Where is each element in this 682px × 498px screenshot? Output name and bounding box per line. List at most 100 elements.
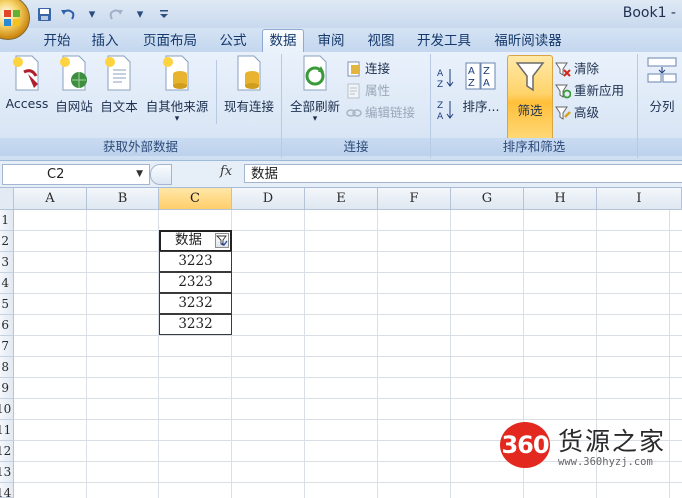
column-header-h[interactable]: H: [524, 188, 597, 210]
reapply-icon: [555, 84, 571, 99]
row-header-5[interactable]: 5: [0, 294, 14, 315]
chain-link-icon: [346, 109, 362, 117]
column-header-b[interactable]: B: [87, 188, 159, 210]
from-other-sources-button[interactable]: 自其他来源 ▾: [142, 54, 212, 124]
access-icon: [13, 55, 39, 91]
row-header-9[interactable]: 9: [0, 378, 14, 399]
grid-line: [14, 398, 682, 399]
sort-descending-button[interactable]: ZA: [437, 100, 455, 121]
existing-connections-icon: [237, 55, 261, 91]
row-header-4[interactable]: 4: [0, 273, 14, 294]
name-box-dropdown-icon[interactable]: ▼: [136, 165, 143, 184]
column-header-i[interactable]: I: [597, 188, 682, 210]
undo-dropdown-icon[interactable]: ▾: [82, 5, 102, 23]
column-header-c[interactable]: C: [159, 188, 232, 210]
from-text-button[interactable]: 自文本: [98, 54, 140, 115]
row-header-3[interactable]: 3: [0, 252, 14, 273]
tab-page-layout[interactable]: 页面布局: [138, 30, 202, 52]
column-header-e[interactable]: E: [305, 188, 378, 210]
column-header-a[interactable]: A: [14, 188, 87, 210]
text-to-columns-icon: [647, 57, 677, 83]
tab-view[interactable]: 视图: [362, 30, 400, 52]
row-header-11[interactable]: 11: [0, 420, 14, 441]
advanced-filter-button[interactable]: 高级: [555, 103, 599, 123]
web-icon: [60, 55, 87, 91]
filter-funnel-icon: [515, 62, 545, 92]
grid-line: [304, 210, 305, 498]
row-header-1[interactable]: 1: [0, 210, 14, 231]
formula-bar: C2 ▼ fx 数据: [0, 161, 682, 188]
row-header-2[interactable]: 2: [0, 231, 14, 252]
row-header-6[interactable]: 6: [0, 315, 14, 336]
column-header-f[interactable]: F: [378, 188, 451, 210]
edit-links-button[interactable]: 编辑链接: [346, 103, 415, 123]
row-header-7[interactable]: 7: [0, 336, 14, 357]
group-label-external-data: 获取外部数据: [0, 138, 281, 156]
filter-button[interactable]: 筛选: [507, 55, 553, 141]
formula-input[interactable]: 数据: [244, 164, 682, 183]
select-all-corner[interactable]: [0, 188, 14, 210]
separator: [216, 60, 217, 124]
ribbon: Access 自网站 自文本 自其他来源 ▾ 现有连接 获取外部数据 全部刷新 …: [0, 52, 682, 161]
grid-line: [14, 272, 682, 273]
clear-filter-icon: [555, 62, 571, 77]
cell-c4[interactable]: 2323: [159, 272, 232, 293]
sort-ascending-button[interactable]: AZ: [437, 68, 455, 89]
refresh-all-button[interactable]: 全部刷新 ▾: [286, 54, 344, 124]
row-header-14[interactable]: 14: [0, 483, 14, 498]
svg-text:Z: Z: [437, 101, 443, 111]
grid-line: [14, 335, 682, 336]
name-box[interactable]: C2 ▼: [2, 164, 150, 185]
cell-c5[interactable]: 3232: [159, 293, 232, 314]
clear-filter-button[interactable]: 清除: [555, 59, 599, 79]
text-file-icon: [105, 55, 131, 91]
access-button[interactable]: Access: [4, 54, 50, 111]
text-to-columns-button[interactable]: 分列: [642, 54, 682, 115]
cell-c2-header[interactable]: 数据: [159, 230, 232, 252]
from-web-button[interactable]: 自网站: [52, 54, 96, 115]
grid-line: [14, 377, 682, 378]
group-label-connections: 连接: [282, 138, 430, 156]
redo-dropdown-icon[interactable]: ▾: [130, 5, 150, 23]
svg-text:Z: Z: [437, 80, 443, 89]
row-header-13[interactable]: 13: [0, 462, 14, 483]
group-get-external-data: Access 自网站 自文本 自其他来源 ▾ 现有连接 获取外部数据: [0, 54, 282, 158]
column-header-g[interactable]: G: [451, 188, 524, 210]
sort-az-icon: AZ: [437, 69, 454, 89]
existing-connections-button[interactable]: 现有连接: [220, 54, 278, 115]
tab-home[interactable]: 开始: [38, 30, 76, 52]
customize-toolbar-icon[interactable]: [154, 5, 174, 23]
office-logo-icon: [4, 10, 20, 26]
tab-review[interactable]: 审阅: [312, 30, 350, 52]
cell-c3[interactable]: 3223: [159, 251, 232, 272]
tab-insert[interactable]: 插入: [86, 30, 124, 52]
grid-line: [14, 482, 682, 483]
undo-icon[interactable]: [58, 5, 78, 23]
row-header-10[interactable]: 10: [0, 399, 14, 420]
column-header-d[interactable]: D: [232, 188, 305, 210]
formula-bar-expand-handle[interactable]: [150, 164, 172, 185]
row-header-8[interactable]: 8: [0, 357, 14, 378]
window-title: Book1 -: [622, 5, 676, 21]
reapply-button[interactable]: 重新应用: [555, 81, 624, 101]
autofilter-dropdown-icon[interactable]: [215, 233, 229, 248]
watermark-url: www.360hyzj.com: [558, 456, 653, 468]
connections-icon: [347, 61, 360, 77]
redo-icon[interactable]: [106, 5, 126, 23]
title-bar: ▾ ▾ Book1 -: [0, 0, 682, 40]
tab-data[interactable]: 数据: [262, 29, 304, 54]
grid-line: [14, 251, 682, 252]
connections-button[interactable]: 连接: [346, 59, 390, 79]
properties-button[interactable]: 属性: [346, 81, 390, 101]
tab-developer[interactable]: 开发工具: [412, 30, 476, 52]
quick-access-toolbar: ▾ ▾: [34, 4, 174, 24]
save-icon[interactable]: [34, 5, 54, 23]
cell-c6[interactable]: 3232: [159, 314, 232, 335]
grid-line: [14, 293, 682, 294]
sort-button[interactable]: AZ ZA 排序...: [459, 62, 503, 115]
grid-line: [377, 210, 378, 498]
tab-foxit-reader[interactable]: 福昕阅读器: [488, 30, 568, 52]
insert-function-icon[interactable]: fx: [220, 164, 232, 179]
row-header-12[interactable]: 12: [0, 441, 14, 462]
tab-formulas[interactable]: 公式: [214, 30, 252, 52]
